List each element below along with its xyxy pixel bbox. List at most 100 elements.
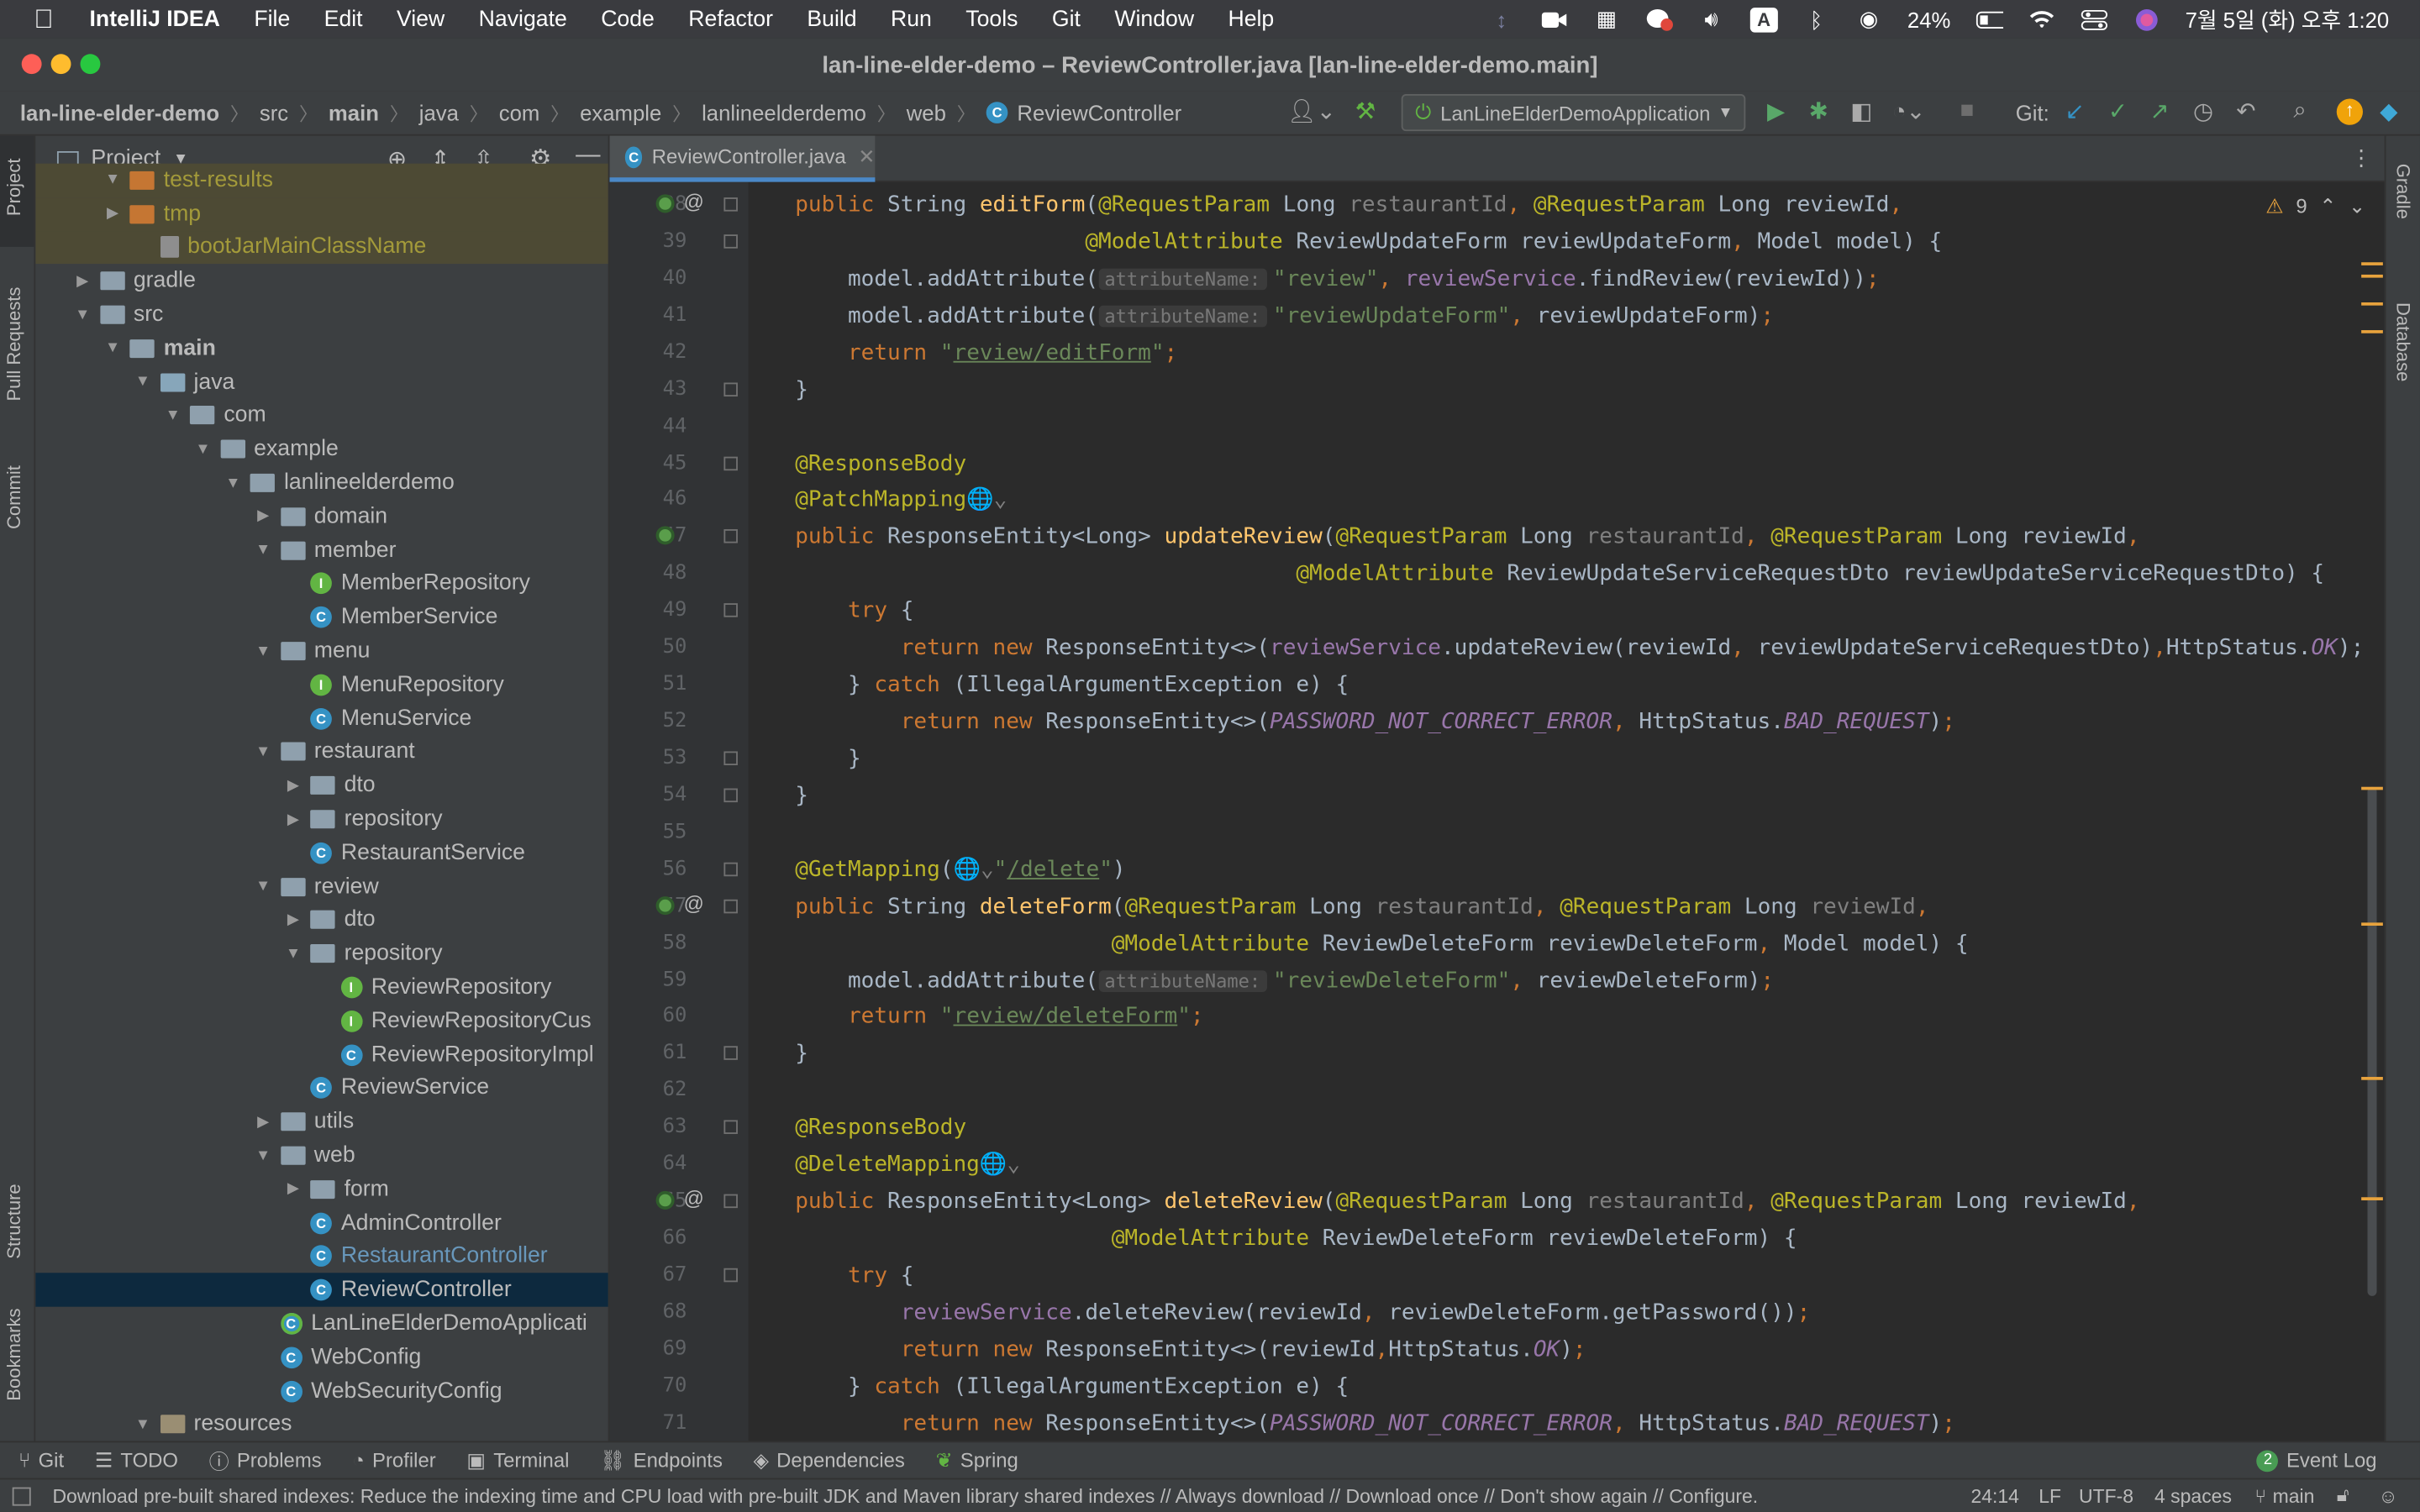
tree-item[interactable]: ▶ form [35, 1173, 608, 1206]
close-window-button[interactable] [21, 54, 42, 75]
bluetooth-icon[interactable]: ᛒ [1802, 7, 1830, 31]
tree-item[interactable]: ▼ restaurant [35, 735, 608, 769]
tree-item[interactable]: bootJarMainClassName [35, 230, 608, 265]
tool-terminal[interactable]: ▣ Terminal [466, 1448, 569, 1473]
chevron-right-icon[interactable]: ▶ [102, 206, 124, 223]
tool-git[interactable]: ⑂ Git [18, 1449, 64, 1473]
zoom-window-button[interactable] [80, 54, 101, 75]
git-update-icon[interactable]: ↙ [2065, 97, 2085, 125]
code-line[interactable]: try { [749, 1257, 913, 1294]
menu-code[interactable]: Code [601, 7, 655, 31]
fold-marker-icon[interactable] [723, 788, 738, 802]
wifi-icon[interactable] [2028, 7, 2055, 31]
more-options-icon[interactable]: ⋮ [2350, 145, 2372, 171]
code-line[interactable]: return new ResponseEntity<>(reviewServic… [749, 630, 2365, 667]
tool-spring[interactable]: ❦ Spring [936, 1448, 1018, 1473]
file-encoding[interactable]: UTF-8 [2079, 1485, 2133, 1507]
git-commit-icon[interactable]: ✓ [2108, 97, 2128, 125]
chevron-down-icon[interactable]: ▼ [102, 172, 124, 189]
chevron-down-icon[interactable]: ▼ [252, 878, 274, 895]
stripe-project[interactable]: Project [3, 159, 25, 217]
user-icon[interactable]: ◉ [1854, 6, 1882, 31]
line-separator[interactable]: LF [2039, 1485, 2061, 1507]
fold-marker-icon[interactable] [723, 529, 738, 544]
tree-item[interactable]: I MemberRepository [35, 567, 608, 601]
inspection-widget[interactable]: ⚠ 9 ⌃ ⌄ [2265, 194, 2365, 218]
code-line[interactable]: @DeleteMapping🌐⌄ [749, 1147, 1020, 1184]
history-icon[interactable]: ◷ [2193, 97, 2213, 125]
indent-setting[interactable]: 4 spaces [2154, 1485, 2232, 1507]
zoom-icon[interactable] [1540, 7, 1568, 31]
tree-item[interactable]: C WebConfig [35, 1341, 608, 1374]
code-line[interactable]: return "review/deleteForm"; [749, 999, 1204, 1036]
warning-marker[interactable] [2361, 302, 2383, 306]
fold-marker-icon[interactable] [723, 455, 738, 470]
menu-file[interactable]: File [254, 7, 290, 31]
code-line[interactable]: model.addAttribute(attributeName: "review… [749, 297, 1774, 334]
code-line[interactable]: } [749, 1036, 808, 1073]
stop-icon[interactable]: ■ [1960, 97, 1975, 123]
mapping-gutter-icon[interactable]: @ [684, 1187, 704, 1210]
code-line[interactable]: } catch (IllegalArgumentException e) { [749, 1368, 1349, 1405]
chevron-down-icon[interactable]: ▼ [252, 743, 274, 760]
fold-marker-icon[interactable] [723, 234, 738, 249]
build-hammer-icon[interactable]: ⚒ [1355, 97, 1376, 125]
code-line[interactable]: model.addAttribute(attributeName: "review… [749, 260, 1880, 297]
tool-todo[interactable]: ☰ TODO [95, 1448, 178, 1473]
chevron-right-icon[interactable]: ▶ [252, 508, 274, 525]
chevron-right-icon[interactable]: ▶ [282, 1181, 304, 1198]
warning-marker[interactable] [2361, 922, 2383, 927]
stripe-bookmarks[interactable]: Bookmarks [3, 1308, 25, 1400]
battery-icon[interactable] [1975, 7, 2003, 31]
tree-item[interactable]: ▼ com [35, 399, 608, 433]
tree-item[interactable]: C ReviewController [35, 1273, 608, 1308]
code-line[interactable]: return "review/editForm"; [749, 334, 1177, 371]
tree-item[interactable]: ▼ review [35, 870, 608, 904]
stripe-commit[interactable]: Commit [3, 465, 25, 529]
code-editor[interactable]: ⚠ 9 ⌃ ⌄ public String editForm(@RequestPar… [748, 181, 2385, 1441]
tree-item[interactable]: C ReviewService [35, 1072, 608, 1105]
tree-item[interactable]: ▶ utils [35, 1105, 608, 1139]
tree-item[interactable]: C MemberService [35, 601, 608, 634]
tree-item[interactable]: ▼ java [35, 365, 608, 399]
chevron-right-icon[interactable]: ▶ [252, 1114, 274, 1131]
stripe-database[interactable]: Database [2392, 302, 2414, 381]
fold-marker-icon[interactable] [723, 899, 738, 913]
fold-marker-icon[interactable] [723, 751, 738, 765]
stripe-pull-requests[interactable]: Pull Requests [3, 287, 25, 402]
menu-app-name[interactable]: IntelliJ IDEA [90, 7, 220, 31]
fold-marker-icon[interactable] [723, 603, 738, 618]
chevron-right-icon[interactable]: ▶ [282, 911, 304, 928]
chevron-down-icon[interactable]: ▼ [252, 1147, 274, 1164]
menu-help[interactable]: Help [1228, 7, 1274, 31]
tab-review-controller[interactable]: C ReviewController.java ✕ [609, 135, 876, 182]
toggle-tool-windows-icon[interactable] [12, 1486, 31, 1505]
code-line[interactable]: @ModelAttribute ReviewDeleteForm reviewD… [749, 1221, 1797, 1257]
chevron-down-icon[interactable]: ▼ [192, 441, 214, 458]
mapping-gutter-icon[interactable]: @ [684, 190, 704, 213]
fold-marker-icon[interactable] [723, 1046, 738, 1061]
code-line[interactable]: return new ResponseEntity<>(reviewId,Htt… [749, 1331, 1586, 1368]
spring-bean-gutter-icon[interactable] [655, 895, 675, 915]
clock[interactable]: 7월 5일 (화) 오후 1:20 [2186, 4, 2390, 35]
fold-marker-icon[interactable] [723, 381, 738, 396]
code-line[interactable]: @ModelAttribute ReviewDeleteForm reviewD… [749, 925, 1969, 962]
tree-item[interactable]: ▶ domain [35, 500, 608, 533]
code-line[interactable]: @PatchMapping🌐⌄ [749, 482, 1007, 519]
tool-event-log[interactable]: 2 Event Log [2257, 1449, 2377, 1472]
volume-icon[interactable]: 🔊︎ [1697, 6, 1725, 31]
tree-item[interactable]: I ReviewRepository [35, 971, 608, 1005]
fold-marker-icon[interactable] [723, 197, 738, 212]
breadcrumb-file[interactable]: ReviewController [1017, 100, 1181, 124]
memory-indicator-icon[interactable]: ☺ [2378, 1485, 2397, 1507]
tree-item[interactable]: I MenuRepository [35, 668, 608, 701]
code-line[interactable]: @ModelAttribute ReviewUpdateServiceReque… [749, 556, 2324, 593]
tree-item[interactable]: ▼ src [35, 298, 608, 332]
menu-view[interactable]: View [397, 7, 445, 31]
menu-window[interactable]: Window [1114, 7, 1194, 31]
warning-marker[interactable] [2361, 262, 2383, 265]
editor-scrollbar[interactable] [2358, 182, 2384, 1441]
fold-marker-icon[interactable] [723, 1120, 738, 1135]
tool-profiler[interactable]: ◔ Profiler [352, 1449, 435, 1473]
menu-tools[interactable]: Tools [965, 7, 1018, 31]
